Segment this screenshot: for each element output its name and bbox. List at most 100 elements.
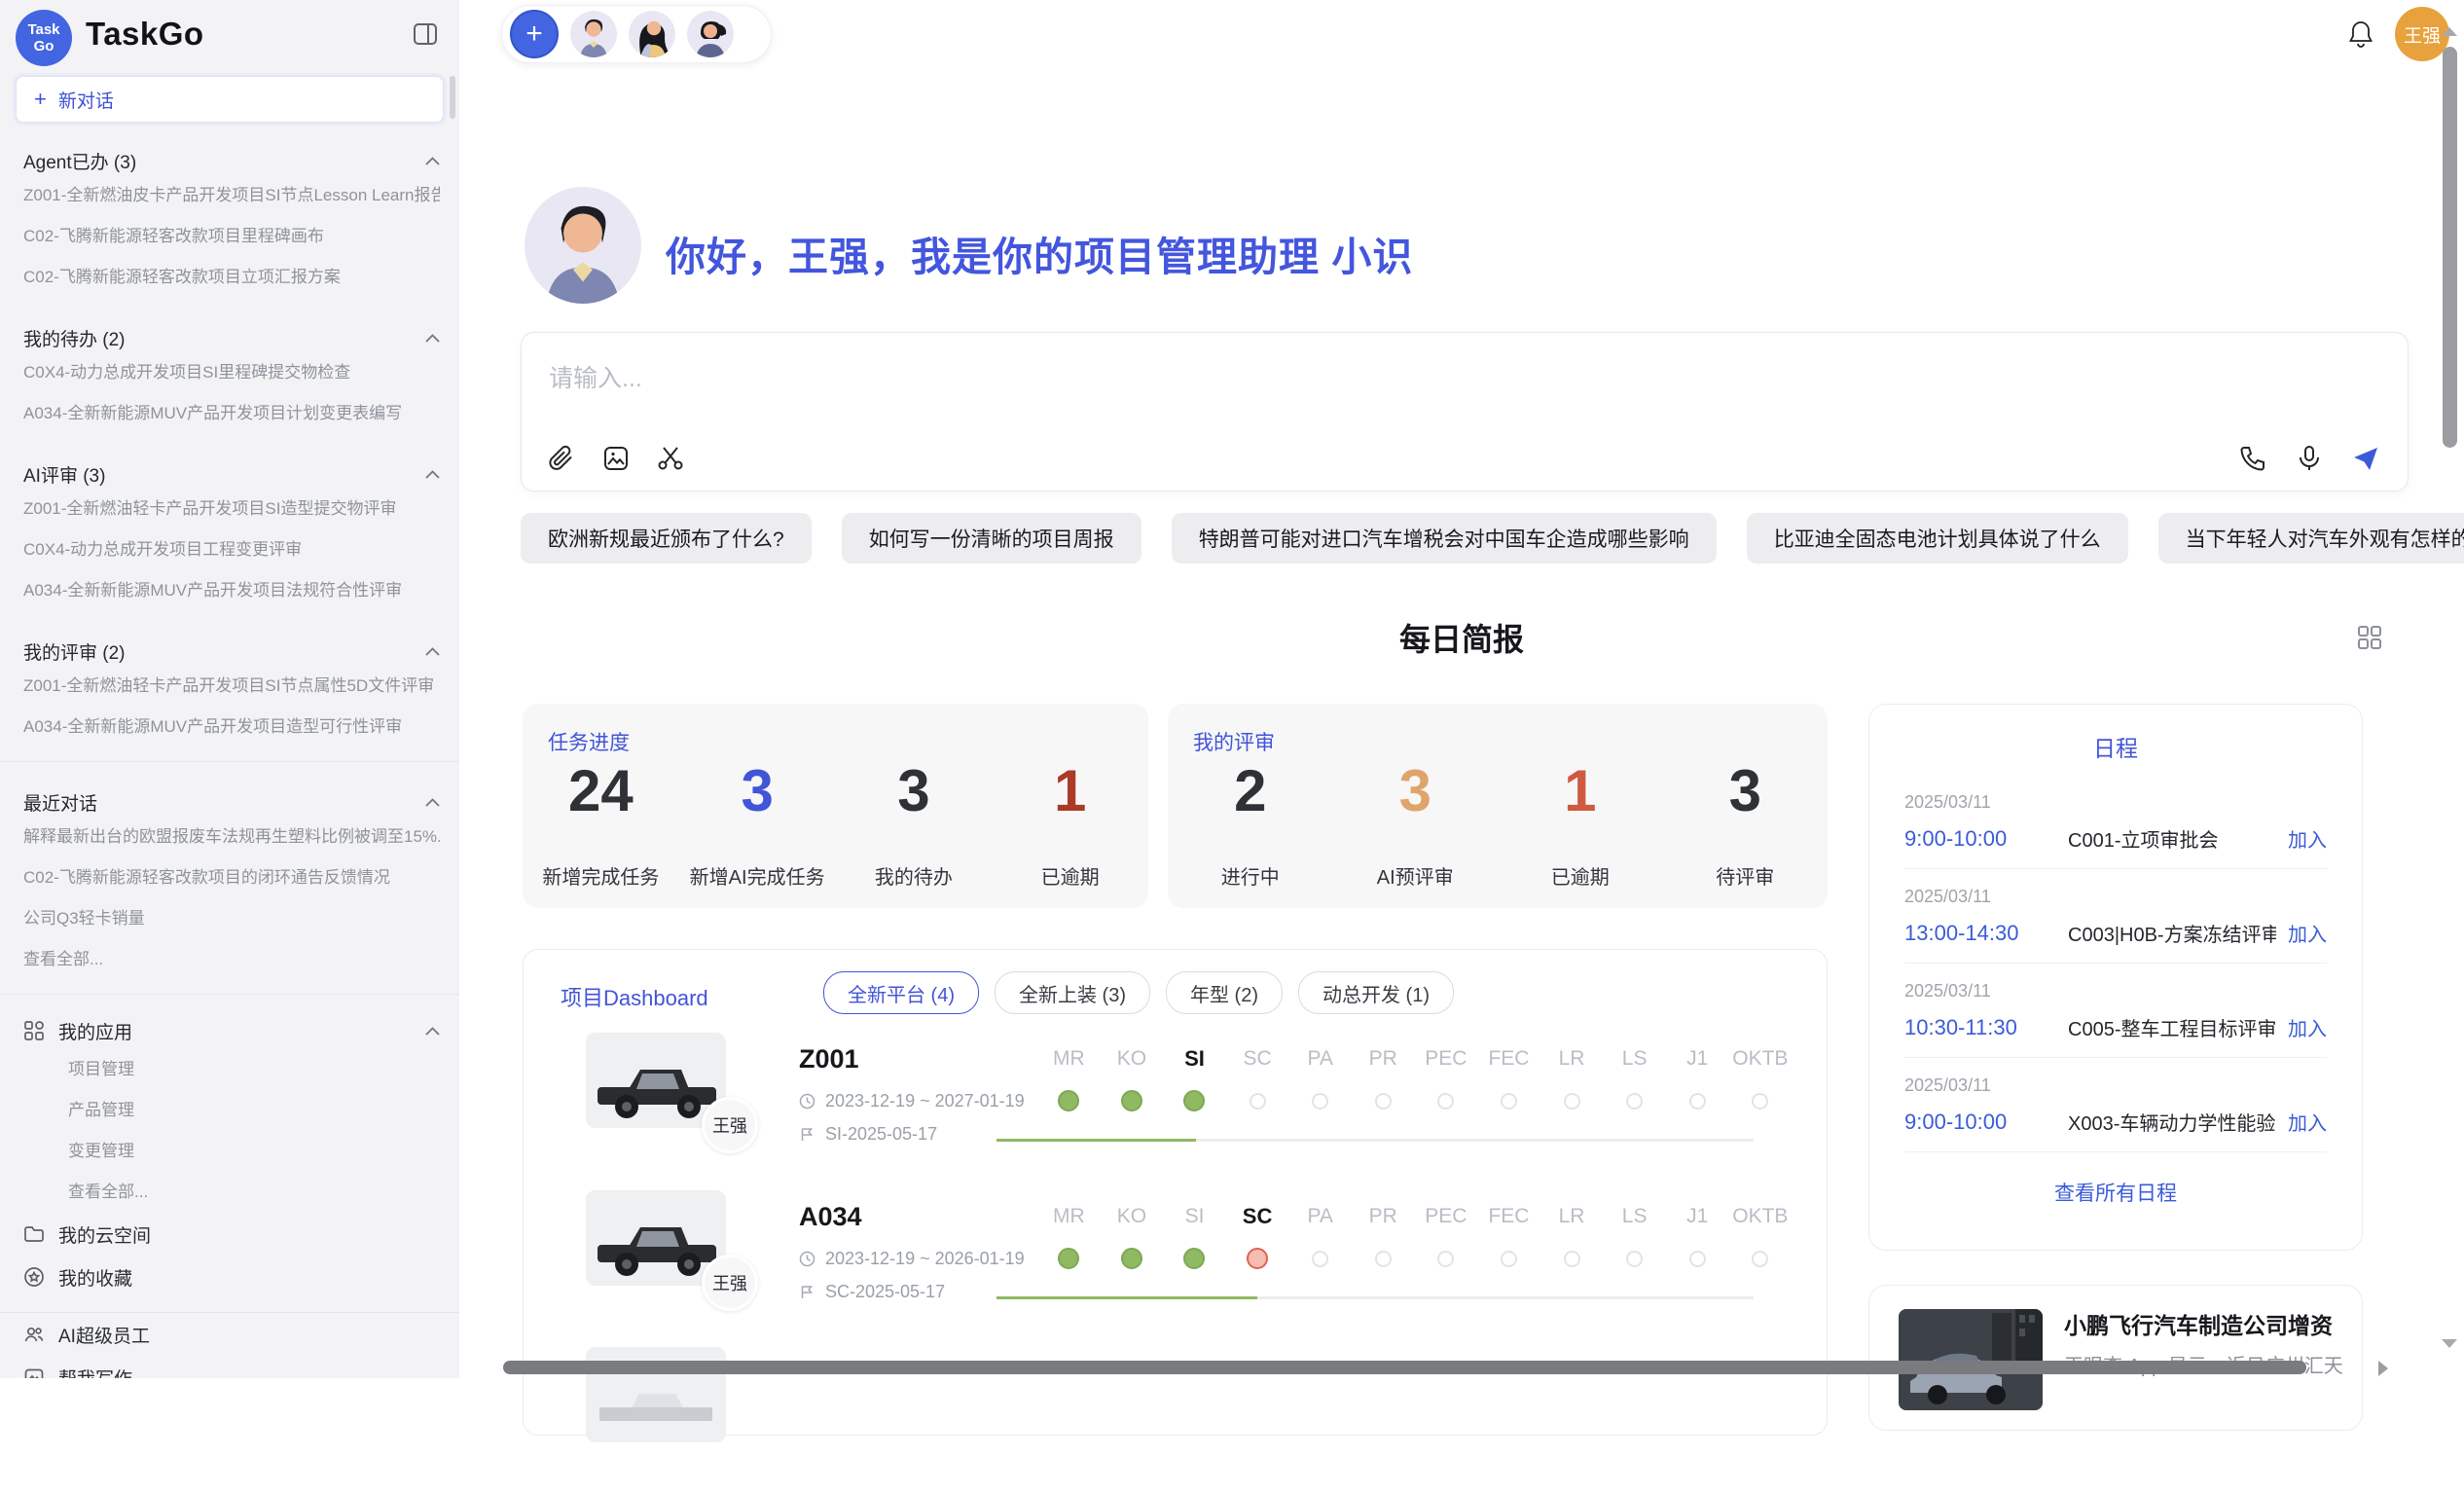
phone-icon[interactable] xyxy=(2238,444,2267,473)
stat-value: 2 xyxy=(1234,760,1266,822)
news-title: 小鹏飞行汽车制造公司增资 xyxy=(2064,1307,2342,1340)
milestone-label: PEC xyxy=(1425,1044,1467,1074)
stat-label: 进行中 xyxy=(1221,861,1280,890)
schedule-name: X003-车辆动力学性能验... xyxy=(2068,1108,2276,1136)
sidebar-item[interactable]: A034-全新新能源MUV产品开发项目法规符合性评审 xyxy=(23,570,440,611)
sidebar-header: Task Go TaskGo xyxy=(0,0,459,68)
stat-value: 3 xyxy=(1399,760,1431,822)
milestone-label: KO xyxy=(1117,1202,1146,1231)
news-card[interactable]: 小鹏飞行汽车制造公司增资 天眼查 App 显示，近日广州汇天飞行汽... xyxy=(1868,1285,2363,1431)
sidebar-item-favorites[interactable]: 我的收藏 xyxy=(23,1256,440,1298)
section-label: AI评审 (3) xyxy=(23,461,105,488)
send-icon[interactable] xyxy=(2351,444,2380,473)
image-icon[interactable] xyxy=(601,444,631,473)
schedule-date: 2025/03/11 xyxy=(1904,981,2327,1001)
section-recent-chats[interactable]: 最近对话 xyxy=(23,787,440,817)
suggestion-chip[interactable]: 特朗普可能对进口汽车增税会对中国车企造成哪些影响 xyxy=(1172,513,1717,564)
view-all-schedule-link[interactable]: 查看所有日程 xyxy=(1869,1178,2362,1207)
filter-chip[interactable]: 年型 (2) xyxy=(1166,971,1283,1014)
recent-chat-item[interactable]: 解释最新出台的欧盟报废车法规再生塑料比例被调至15%... xyxy=(23,817,440,857)
people-icon xyxy=(23,1324,45,1345)
stat: 3 AI预评审 xyxy=(1333,760,1499,890)
join-button[interactable]: 加入 xyxy=(2288,1108,2327,1136)
schedule-date: 2025/03/11 xyxy=(1904,792,2327,813)
milestone-label: FEC xyxy=(1488,1202,1529,1231)
scissors-icon[interactable] xyxy=(656,444,685,473)
suggestion-chip[interactable]: 当下年轻人对汽车外观有怎样的喜好趋势 xyxy=(2158,513,2464,564)
scrollbar-right-arrow[interactable] xyxy=(2378,1361,2388,1376)
new-conversation-button[interactable]: + xyxy=(510,10,559,58)
clock-icon xyxy=(799,1251,815,1267)
folder-icon xyxy=(23,1223,45,1245)
chat-input[interactable] xyxy=(547,356,2382,401)
scrollbar-down-arrow[interactable] xyxy=(2442,1339,2457,1348)
sidebar-item-my-apps[interactable]: 我的应用 xyxy=(23,1012,440,1049)
filter-chip[interactable]: 动总开发 (1) xyxy=(1298,971,1454,1014)
sidebar-collapse-icon[interactable] xyxy=(413,21,438,47)
horizontal-scrollbar-thumb[interactable] xyxy=(503,1361,2306,1374)
sidebar-item[interactable]: Z001-全新燃油轻卡产品开发项目SI节点属性5D文件评审 xyxy=(23,666,440,707)
sidebar-item-help-write[interactable]: 帮我写作 xyxy=(23,1356,440,1378)
recent-chat-item[interactable]: 公司Q3轻卡销量 xyxy=(23,898,440,939)
scrollbar-up-arrow[interactable] xyxy=(2442,27,2457,36)
sidebar-item-product-mgmt[interactable]: 产品管理 xyxy=(23,1090,440,1131)
stat-value: 24 xyxy=(568,760,634,822)
chat-composer xyxy=(521,332,2409,492)
suggestion-chip[interactable]: 如何写一份清晰的项目周报 xyxy=(842,513,1141,564)
sidebar-item[interactable]: Z001-全新燃油轻卡产品开发项目SI造型提交物评审 xyxy=(23,489,440,529)
microphone-icon[interactable] xyxy=(2295,444,2324,473)
stat-label: 我的待办 xyxy=(875,861,953,890)
vertical-scrollbar-thumb[interactable] xyxy=(2443,47,2457,448)
greeting-text: 你好，王强，我是你的项目管理助理 小识 xyxy=(666,224,1413,282)
suggestion-chip[interactable]: 比亚迪全固态电池计划具体说了什么 xyxy=(1747,513,2128,564)
section-my-review[interactable]: 我的评审 (2) xyxy=(23,637,440,666)
project-row[interactable]: 王强 A034 2023-12-19 ~ 2026-01-19 SC-2025-… xyxy=(524,1181,1827,1336)
apps-view-all[interactable]: 查看全部... xyxy=(23,1172,440,1213)
sidebar-item[interactable]: A034-全新新能源MUV产品开发项目造型可行性评审 xyxy=(23,707,440,747)
stat-value: 1 xyxy=(1564,760,1596,822)
milestone-dot-pending xyxy=(1437,1093,1454,1110)
sidebar-scrollbar-thumb[interactable] xyxy=(450,76,455,119)
filter-chip[interactable]: 全新上装 (3) xyxy=(995,971,1150,1014)
recent-view-all[interactable]: 查看全部... xyxy=(23,939,440,980)
notification-bell-icon[interactable] xyxy=(2347,19,2374,49)
new-chat-button[interactable]: + 新对话 xyxy=(16,76,444,123)
attachment-icon[interactable] xyxy=(547,444,576,473)
sidebar-item[interactable]: C02-飞腾新能源轻客改款项目里程碑画布 xyxy=(23,216,440,257)
project-row[interactable]: 王强 Z001 2023-12-19 ~ 2027-01-19 SI-2025-… xyxy=(524,1023,1827,1179)
sidebar-item[interactable]: A034-全新新能源MUV产品开发项目计划变更表编写 xyxy=(23,393,440,434)
section-my-todo[interactable]: 我的待办 (2) xyxy=(23,323,440,352)
milestone-dot-pending xyxy=(1312,1093,1328,1110)
contact-avatar[interactable] xyxy=(687,11,734,57)
sidebar-item[interactable]: C0X4-动力总成开发项目工程变更评审 xyxy=(23,529,440,570)
sidebar-item-project-mgmt[interactable]: 项目管理 xyxy=(23,1049,440,1090)
logo-line2: Go xyxy=(34,38,54,55)
suggestion-chip[interactable]: 欧洲新规最近颁布了什么? xyxy=(521,513,812,564)
schedule-date: 2025/03/11 xyxy=(1904,1075,2327,1096)
my-review-card: 我的评审 2 进行中 3 AI预评审 1 已逾期 3 待评审 xyxy=(1168,704,1828,908)
dates-text: 2023-12-19 ~ 2026-01-19 xyxy=(825,1249,1025,1269)
milestone-label: J1 xyxy=(1686,1044,1708,1074)
sidebar-item-cloud-space[interactable]: 我的云空间 xyxy=(23,1213,440,1256)
sidebar-item[interactable]: C0X4-动力总成开发项目SI里程碑提交物检查 xyxy=(23,352,440,393)
recent-chat-item[interactable]: C02-飞腾新能源轻客改款项目的闭环通告反馈情况 xyxy=(23,857,440,898)
sidebar-item[interactable]: C02-飞腾新能源轻客改款项目立项汇报方案 xyxy=(23,257,440,298)
section-ai-review[interactable]: AI评审 (3) xyxy=(23,459,440,489)
join-button[interactable]: 加入 xyxy=(2288,919,2327,947)
project-flag-milestone: SC-2025-05-17 xyxy=(799,1282,945,1302)
section-label: 我的评审 (2) xyxy=(23,638,126,665)
contact-avatar[interactable] xyxy=(570,11,617,57)
milestone-dot-done xyxy=(1183,1090,1205,1111)
suggestion-chips: 欧洲新规最近颁布了什么? 如何写一份清晰的项目周报 特朗普可能对进口汽车增税会对… xyxy=(521,513,2410,564)
milestone-dot-done xyxy=(1121,1248,1142,1269)
contact-avatar[interactable] xyxy=(629,11,675,57)
sidebar-item[interactable]: Z001-全新燃油皮卡产品开发项目SI节点Lesson Learn报告 xyxy=(23,175,440,216)
filter-chip[interactable]: 全新平台 (4) xyxy=(823,971,979,1014)
layout-grid-icon[interactable] xyxy=(2355,623,2384,652)
sidebar-item-ai-staff[interactable]: AI超级员工 xyxy=(23,1313,440,1356)
milestone-label: LS xyxy=(1622,1202,1648,1231)
sidebar-item-change-mgmt[interactable]: 变更管理 xyxy=(23,1131,440,1172)
join-button[interactable]: 加入 xyxy=(2288,824,2327,853)
join-button[interactable]: 加入 xyxy=(2288,1013,2327,1041)
section-agent-done[interactable]: Agent已办 (3) xyxy=(23,146,440,175)
